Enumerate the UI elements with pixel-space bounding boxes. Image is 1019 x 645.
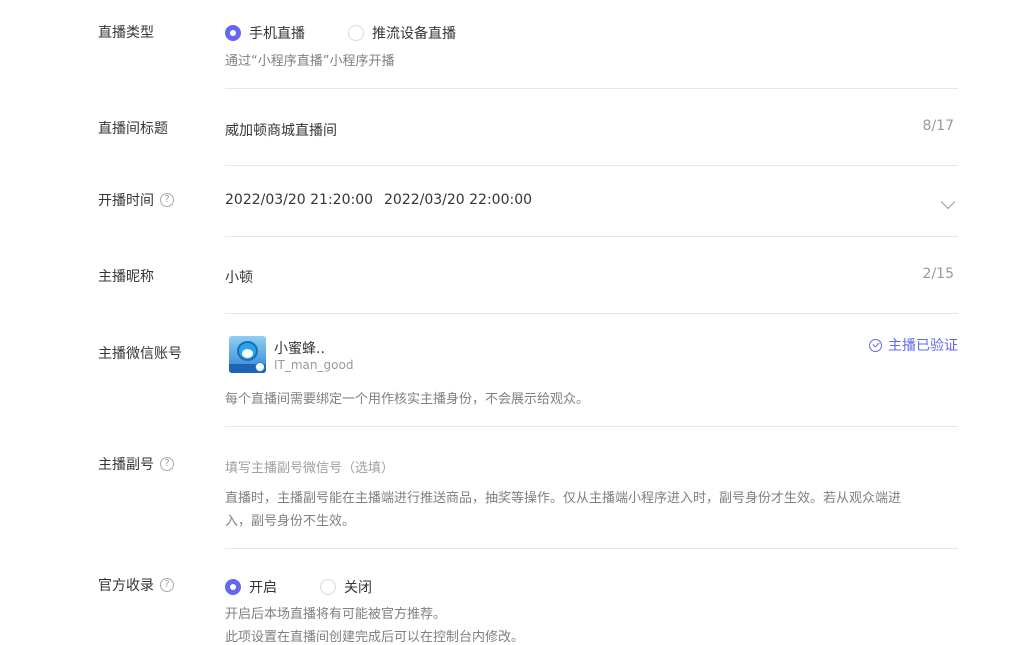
check-circle-icon xyxy=(869,338,882,352)
sub-account-tip-line1: 直播时，主播副号能在主播端进行推送商品，抽奖等操作。仅从主播端小程序进入时，副号… xyxy=(225,491,902,506)
divider xyxy=(225,313,958,314)
nickname-label-text: 主播昵称 xyxy=(98,269,154,285)
wechat-label: 主播微信账号 xyxy=(98,343,182,363)
help-icon[interactable]: ? xyxy=(160,457,174,471)
radio-stream-device-live[interactable]: 推流设备直播 xyxy=(348,23,456,43)
sub-account-tip-line2: 入，副号身份不生效。 xyxy=(225,514,356,529)
time-label: 开播时间 ? xyxy=(98,190,174,210)
radio-checked-icon xyxy=(225,579,241,595)
divider xyxy=(225,426,958,427)
radio-official-on[interactable]: 开启 xyxy=(225,577,277,597)
divider xyxy=(225,165,958,166)
avatar-face xyxy=(237,341,258,361)
wechat-id: IT_man_good xyxy=(274,358,354,372)
live-type-tip: 通过“小程序直播”小程序开播 xyxy=(225,54,395,69)
divider xyxy=(225,548,958,549)
radio-official-off-label: 关闭 xyxy=(344,580,372,596)
chevron-down-icon[interactable] xyxy=(940,194,956,210)
help-icon[interactable]: ? xyxy=(160,578,174,592)
avatar xyxy=(229,336,266,373)
help-icon[interactable]: ? xyxy=(160,193,174,207)
title-label: 直播间标题 xyxy=(98,118,168,138)
title-label-text: 直播间标题 xyxy=(98,121,168,137)
time-end[interactable]: 2022/03/20 22:00:00 xyxy=(384,192,532,208)
title-input[interactable]: 威加顿商城直播间 xyxy=(225,120,337,140)
wechat-name: 小蜜蜂.. xyxy=(274,341,325,357)
verified-label: 主播已验证 xyxy=(888,338,958,354)
live-type-label-text: 直播类型 xyxy=(98,25,154,41)
radio-unchecked-icon xyxy=(320,579,336,595)
nickname-counter: 2/15 xyxy=(922,266,954,282)
radio-stream-device-live-label: 推流设备直播 xyxy=(372,26,456,42)
sub-account-input[interactable]: 填写主播副号微信号（选填） xyxy=(225,457,394,476)
wechat-label-text: 主播微信账号 xyxy=(98,346,182,362)
sub-account-label: 主播副号 ? xyxy=(98,454,174,474)
live-type-label: 直播类型 xyxy=(98,22,154,42)
divider xyxy=(225,236,958,237)
wechat-tip: 每个直播间需要绑定一个用作核实主播身份，不会展示给观众。 xyxy=(225,392,590,407)
nickname-label: 主播昵称 xyxy=(98,266,154,286)
nickname-input[interactable]: 小顿 xyxy=(225,267,253,287)
sub-account-label-text: 主播副号 xyxy=(98,457,154,473)
radio-official-off[interactable]: 关闭 xyxy=(320,577,372,597)
official-label: 官方收录 ? xyxy=(98,575,174,595)
time-label-text: 开播时间 xyxy=(98,193,154,209)
official-tip-line2: 此项设置在直播间创建完成后可以在控制台内修改。 xyxy=(225,630,525,645)
title-counter: 8/17 xyxy=(922,118,954,134)
radio-mobile-live-label: 手机直播 xyxy=(249,26,305,42)
radio-unchecked-icon xyxy=(348,25,364,41)
radio-checked-icon xyxy=(225,25,241,41)
verified-status: 主播已验证 xyxy=(869,335,958,355)
divider xyxy=(225,88,958,89)
radio-official-on-label: 开启 xyxy=(249,580,277,596)
official-label-text: 官方收录 xyxy=(98,578,154,594)
radio-mobile-live[interactable]: 手机直播 xyxy=(225,23,305,43)
avatar-badge xyxy=(255,362,265,372)
official-tip-line1: 开启后本场直播将有可能被官方推荐。 xyxy=(225,607,447,622)
time-start[interactable]: 2022/03/20 21:20:00 xyxy=(225,192,373,208)
